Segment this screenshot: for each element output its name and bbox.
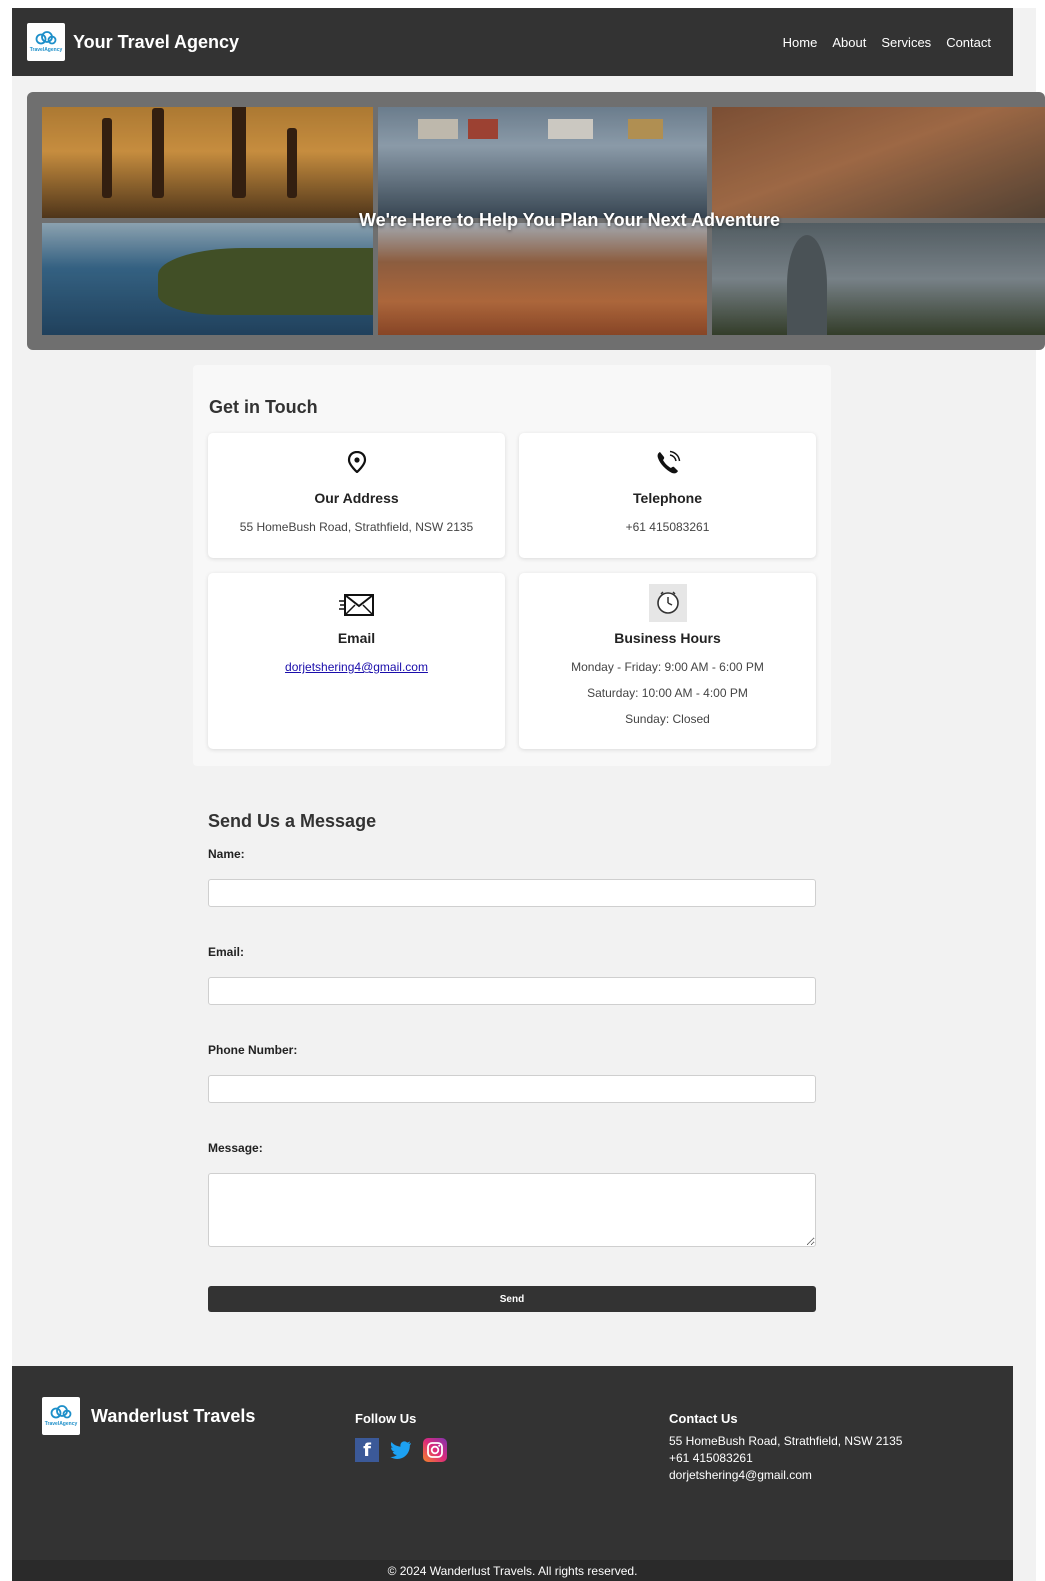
nav-contact[interactable]: Contact <box>946 35 991 50</box>
site-footer: TravelAgency Wanderlust Travels Follow U… <box>12 1366 1013 1560</box>
copyright-text: © 2024 Wanderlust Travels. All rights re… <box>387 1564 638 1578</box>
footer-brand: Wanderlust Travels <box>91 1406 256 1426</box>
cloud-logo-icon <box>35 31 57 45</box>
hero-title: We're Here to Help You Plan Your Next Ad… <box>358 210 781 230</box>
message-form-title: Send Us a Message <box>208 811 377 831</box>
social-links: f <box>355 1438 447 1462</box>
site-header: TravelAgency Your Travel Agency Home Abo… <box>12 8 1013 76</box>
instagram-icon[interactable] <box>423 1438 447 1462</box>
message-textarea[interactable] <box>208 1173 816 1247</box>
send-button[interactable]: Send <box>208 1286 816 1312</box>
footer-phone: +61 415083261 <box>669 1451 753 1465</box>
facebook-icon[interactable]: f <box>355 1438 379 1462</box>
name-label: Name: <box>208 847 245 861</box>
email-link[interactable]: dorjetshering4@gmail.com <box>285 660 428 674</box>
phone-input[interactable] <box>208 1075 816 1103</box>
telephone-card: Telephone +61 415083261 <box>519 433 816 558</box>
get-in-touch-title: Get in Touch <box>209 397 318 417</box>
phone-label: Phone Number: <box>208 1043 298 1057</box>
footer-logo[interactable]: TravelAgency <box>42 1397 80 1435</box>
message-label: Message: <box>208 1141 263 1155</box>
telephone-text: +61 415083261 <box>625 520 710 534</box>
telephone-card-title: Telephone <box>633 490 702 506</box>
email-card: Email dorjetshering4@gmail.com <box>208 573 505 749</box>
hours-saturday: Saturday: 10:00 AM - 4:00 PM <box>587 686 748 700</box>
site-title: Your Travel Agency <box>73 31 240 52</box>
nav-services[interactable]: Services <box>881 35 931 50</box>
address-card: Our Address 55 HomeBush Road, Strathfiel… <box>208 433 505 558</box>
email-icon <box>338 594 374 616</box>
location-pin-icon <box>347 451 366 473</box>
nav-about[interactable]: About <box>832 35 866 50</box>
contact-us-title: Contact Us <box>669 1411 738 1426</box>
logo-text: TravelAgency <box>29 47 63 53</box>
twitter-icon[interactable] <box>389 1438 413 1462</box>
logo: TravelAgency <box>27 23 65 61</box>
copyright-bar: © 2024 Wanderlust Travels. All rights re… <box>12 1560 1013 1581</box>
nav-home[interactable]: Home <box>783 35 818 50</box>
email-label: Email: <box>208 945 245 959</box>
brand[interactable]: TravelAgency Your Travel Agency <box>27 23 239 61</box>
footer-logo-text: TravelAgency <box>44 1421 78 1427</box>
footer-address: 55 HomeBush Road, Strathfield, NSW 2135 <box>669 1434 903 1448</box>
hours-weekdays: Monday - Friday: 9:00 AM - 6:00 PM <box>571 660 764 674</box>
business-hours-title: Business Hours <box>614 630 721 646</box>
get-in-touch-section: Get in Touch Our Address 55 HomeBush Roa… <box>193 365 831 766</box>
email-input[interactable] <box>208 977 816 1005</box>
email-card-title: Email <box>337 630 376 646</box>
business-hours-card: Business Hours Monday - Friday: 9:00 AM … <box>519 573 816 749</box>
hours-sunday: Sunday: Closed <box>625 712 710 726</box>
cloud-logo-icon <box>50 1405 72 1419</box>
address-card-title: Our Address <box>314 490 399 506</box>
phone-icon <box>657 450 680 474</box>
address-text: 55 HomeBush Road, Strathfield, NSW 2135 <box>239 520 474 534</box>
name-input[interactable] <box>208 879 816 907</box>
footer-email: dorjetshering4@gmail.com <box>669 1468 812 1482</box>
follow-us-title: Follow Us <box>355 1411 417 1426</box>
clock-icon <box>648 584 687 622</box>
main-nav: Home About Services Contact <box>783 35 991 50</box>
